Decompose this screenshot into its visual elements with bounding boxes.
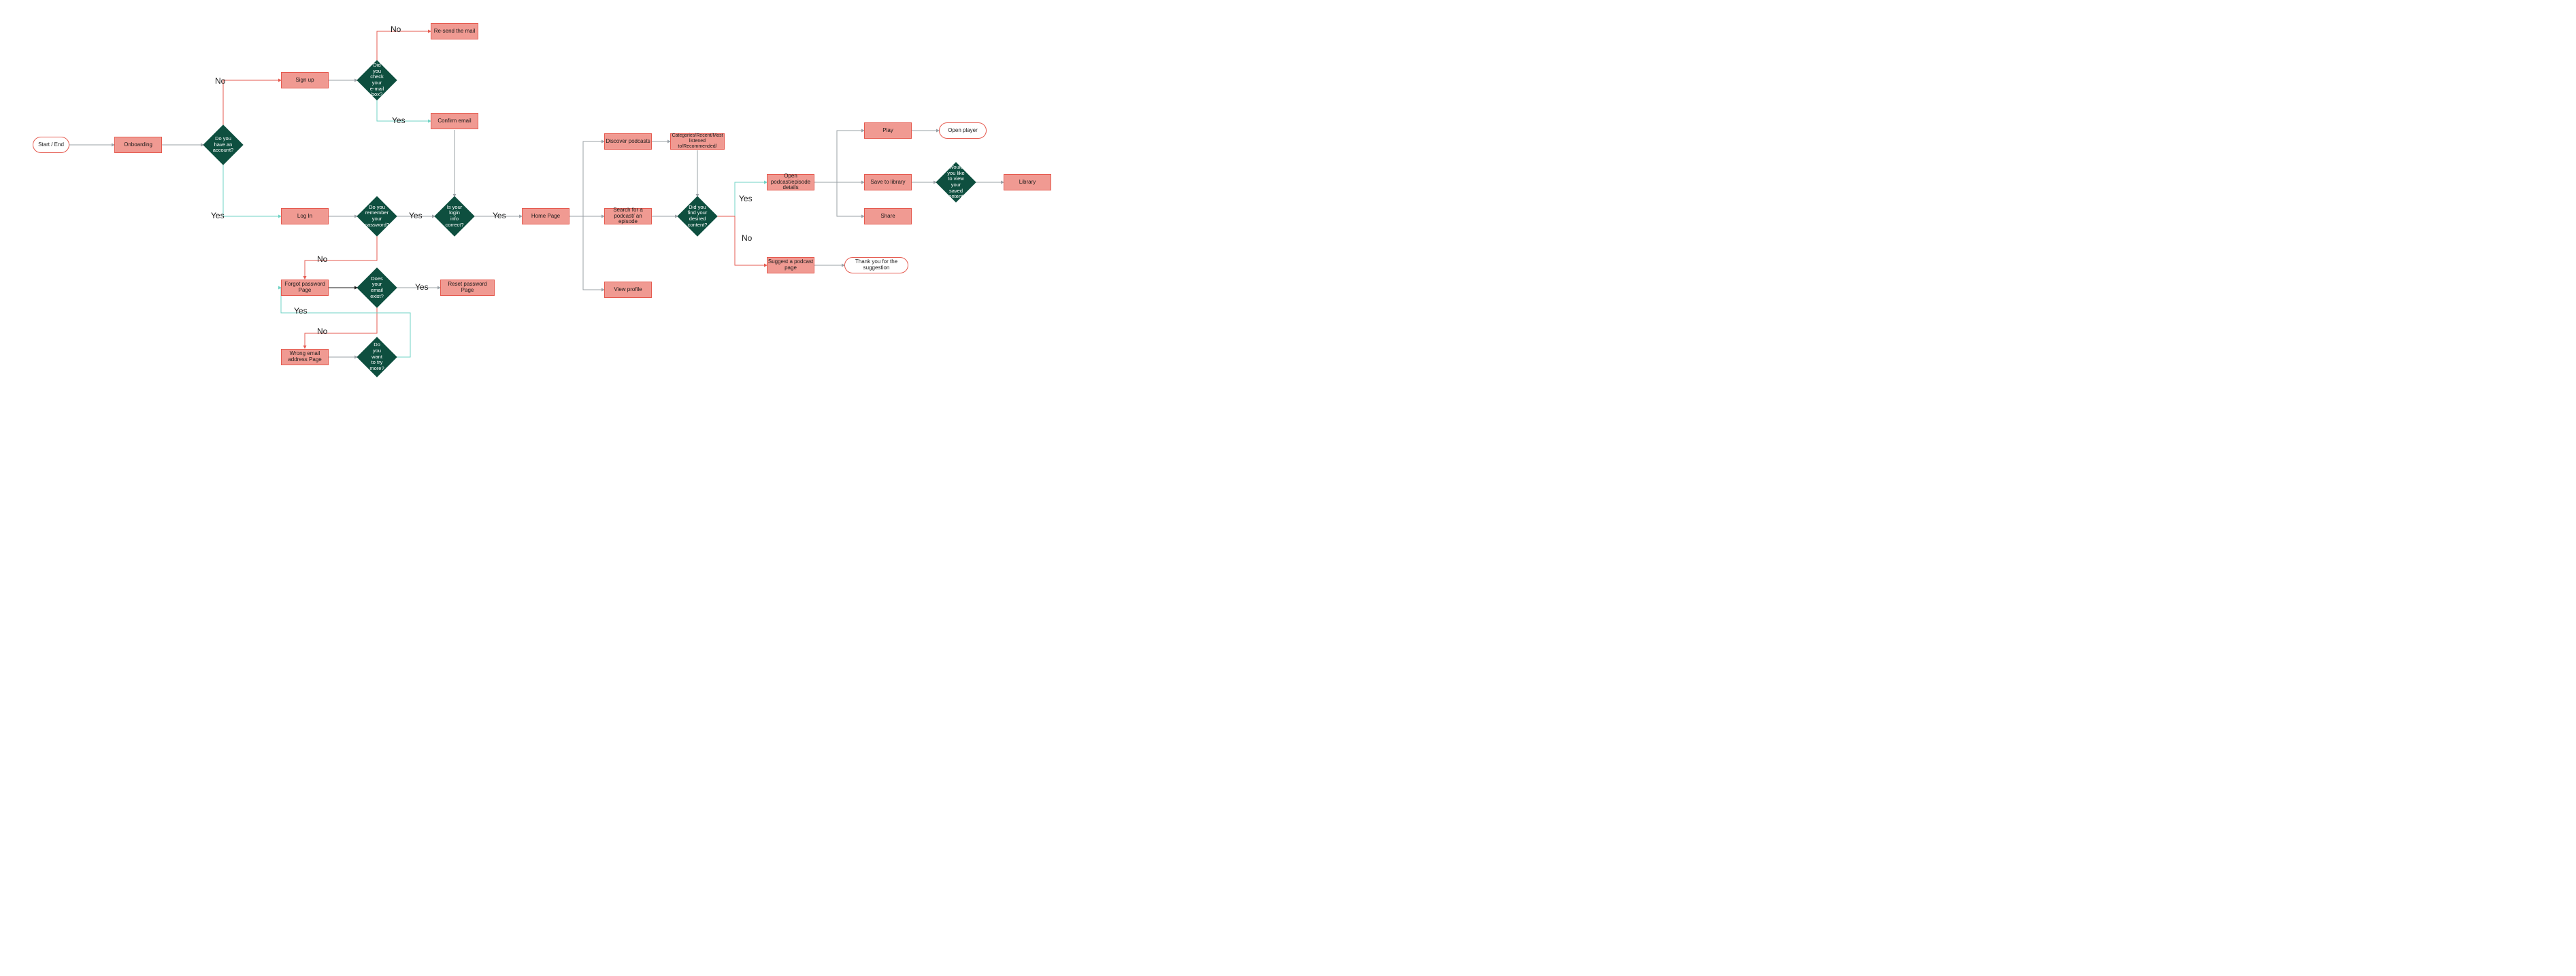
decision-label: Would you like to view your saved conten… [942,168,970,197]
process-categories: Categories/Recent/Most listened to/Recom… [670,133,725,150]
process-share: Share [864,208,912,224]
process-label: Confirm email [437,118,471,124]
decision-label: Is your login info correct? [440,202,469,231]
process-log-in: Log In [281,208,329,224]
process-discover-podcasts: Discover podcasts [604,133,652,150]
process-label: Sign up [295,78,314,84]
edge-label-yes: Yes [392,116,406,125]
process-label: Log In [297,214,312,220]
decision-label: Do you want to try more? [363,343,391,371]
process-view-profile: View profile [604,282,652,298]
process-label: Reset password Page [441,282,494,294]
edge-label-no: No [317,326,327,336]
process-forgot-password: Forgot password Page [281,280,329,296]
process-wrong-email: Wrong email address Page [281,349,329,365]
process-play: Play [864,122,912,139]
decision-have-account: Do you have an account? [209,131,237,159]
terminal-label: Start / End [38,142,64,148]
process-label: Save to library [870,180,905,186]
process-label: View profile [614,287,642,293]
decision-try-more: Do you want to try more? [363,343,391,371]
decision-remember-password: Do you remember your password? [363,202,391,231]
terminal-start-end: Start / End [33,137,69,153]
edge-label-yes: Yes [415,282,429,292]
process-home-page: Home Page [522,208,569,224]
process-reset-password: Reset password Page [440,280,495,296]
process-label: Open podcast/episode details [767,173,814,191]
process-label: Discover podcasts [606,139,650,145]
decision-find-content: Did you find your desired content? [683,202,712,231]
terminal-open-player: Open player [939,122,987,139]
edge-label-no: No [391,24,401,34]
process-sign-up: Sign up [281,72,329,88]
edge-label-yes: Yes [409,211,423,220]
decision-email-exist: Does your email exist? [363,273,391,302]
process-library: Library [1004,174,1051,190]
edge-label-yes: Yes [739,194,753,203]
process-search-podcast: Search for a podcast/ an episode [604,208,652,224]
decision-view-saved: Would you like to view your saved conten… [942,168,970,197]
decision-label: Did you find your desired content? [683,202,712,231]
process-label: Search for a podcast/ an episode [605,207,651,225]
process-onboarding: Onboarding [114,137,162,153]
process-label: Share [880,214,895,220]
process-resend-mail: Re-send the mail [431,23,478,39]
terminal-thank-you: Thank you for the suggestion [844,257,908,273]
decision-label: Did you check your e-mail box? [363,66,391,95]
process-label: Home Page [531,214,560,220]
decision-label: Does your email exist? [363,273,391,302]
process-label: Onboarding [124,142,152,148]
decision-login-correct: Is your login info correct? [440,202,469,231]
process-suggest-podcast: Suggest a podcast page [767,257,814,273]
decision-label: Do you have an account? [209,131,237,159]
process-label: Re-send the mail [434,29,475,35]
process-save-library: Save to library [864,174,912,190]
edge-label-yes: Yes [211,211,225,220]
edge-label-yes: Yes [294,306,308,316]
terminal-label: Thank you for the suggestion [845,259,908,271]
decision-check-email: Did you check your e-mail box? [363,66,391,95]
edge-label-no: No [317,254,327,264]
process-label: Suggest a podcast page [767,259,814,271]
edge-label-no: No [215,76,225,86]
process-confirm-email: Confirm email [431,113,478,129]
process-label: Forgot password Page [282,282,328,294]
process-label: Library [1019,180,1036,186]
edge-label-no: No [742,233,752,243]
decision-label: Do you remember your password? [363,202,391,231]
process-open-podcast: Open podcast/episode details [767,174,814,190]
connectors-layer [0,0,1089,411]
process-label: Wrong email address Page [282,351,328,363]
process-label: Categories/Recent/Most listened to/Recom… [671,133,724,149]
edge-label-yes: Yes [493,211,506,220]
flowchart-canvas: Start / End Onboarding Do you have an ac… [0,0,1089,411]
process-label: Play [882,128,893,134]
terminal-label: Open player [948,128,978,134]
